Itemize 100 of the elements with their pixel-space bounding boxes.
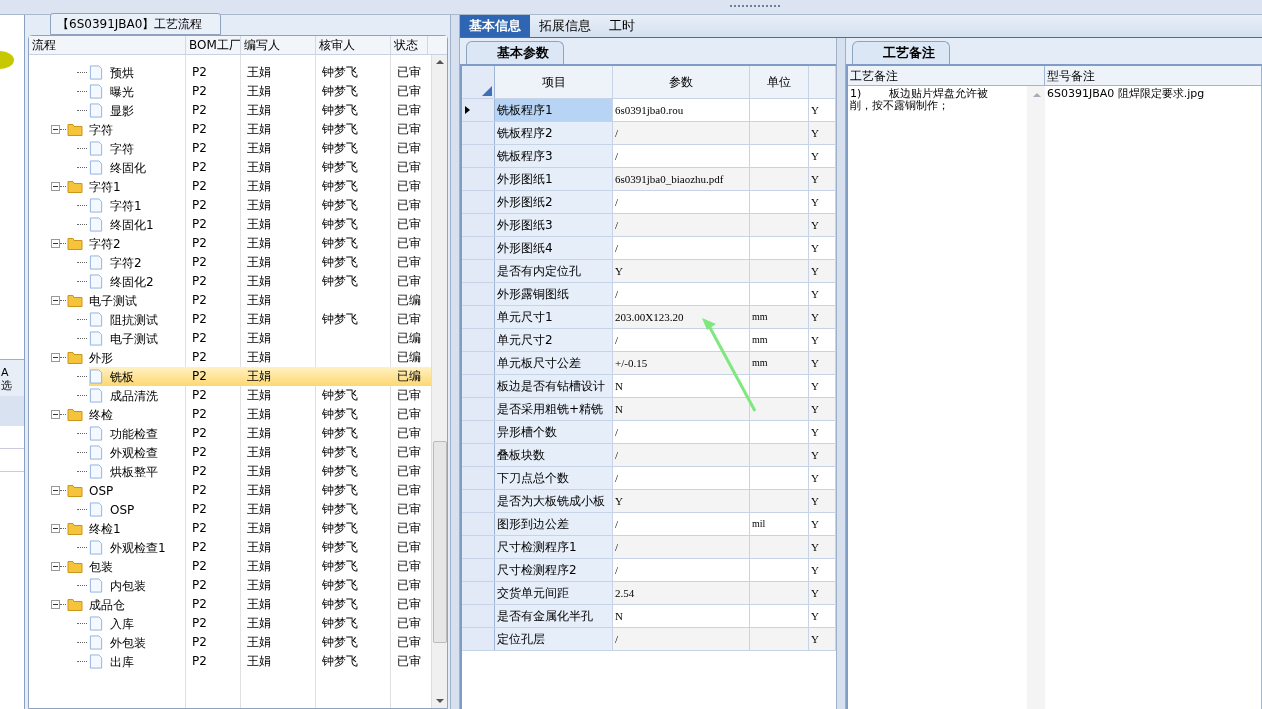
table-row[interactable]: 异形槽个数 / Y	[462, 421, 836, 444]
scroll-up-icon[interactable]	[435, 59, 444, 64]
tree-node[interactable]: 终检1	[86, 519, 124, 538]
table-row[interactable]: 铣板程序2 / Y	[462, 122, 836, 145]
tree-node[interactable]: 字符1	[86, 177, 124, 196]
tree-node[interactable]: 终固化2	[107, 272, 157, 291]
tree-node[interactable]: 终固化	[107, 158, 149, 177]
table-row[interactable]: 铣板程序3 / Y	[462, 145, 836, 168]
collapse-icon[interactable]	[51, 524, 60, 533]
tree-node[interactable]: 内包装	[107, 576, 149, 595]
column-header[interactable]: 编写人	[241, 36, 316, 54]
column-header[interactable]: 参数	[613, 66, 750, 98]
table-row[interactable]: 外形图纸1 6s0391jba0_biaozhu.pdf Y	[462, 168, 836, 191]
table-row[interactable]: 单元尺寸2 / mm Y	[462, 329, 836, 352]
tree-node[interactable]: 外观检查	[107, 443, 161, 462]
tab[interactable]: 基本信息	[460, 15, 530, 37]
tree-node[interactable]: 包装	[86, 557, 116, 576]
table-row[interactable]: 交货单元间距 2.54 Y	[462, 582, 836, 605]
column-header[interactable]: 项目	[495, 66, 613, 98]
table-cell-text: 已审	[396, 444, 422, 461]
tree-node[interactable]: 外观检查1	[107, 538, 169, 557]
collapse-icon[interactable]	[51, 182, 60, 191]
table-row[interactable]: 单元尺寸1 203.00X123.20 mm Y	[462, 306, 836, 329]
collapse-icon[interactable]	[51, 125, 60, 134]
table-row[interactable]: 定位孔层 / Y	[462, 628, 836, 651]
table-cell-text: 王娟	[246, 444, 272, 461]
table-row[interactable]: 尺寸检测程序2 / Y	[462, 559, 836, 582]
splitter-bar[interactable]	[836, 38, 846, 709]
collapse-icon[interactable]	[51, 296, 60, 305]
collapse-icon[interactable]	[51, 600, 60, 609]
table-cell-text: P2	[191, 444, 208, 461]
column-header[interactable]: 单位	[750, 66, 809, 98]
table-cell: +/-0.15	[613, 352, 750, 374]
table-cell-text: 王娟	[246, 368, 272, 385]
tree-node[interactable]: 铣板	[107, 367, 137, 386]
tree-node[interactable]: 成品清洗	[107, 386, 161, 405]
scrollbar[interactable]	[431, 55, 447, 708]
column-header[interactable]: BOM工厂	[186, 36, 241, 54]
tree-node[interactable]: 烘板整平	[107, 462, 161, 481]
table-row[interactable]: 下刀点总个数 / Y	[462, 467, 836, 490]
table-row[interactable]: 是否采用粗铣+精铣 N Y	[462, 398, 836, 421]
table-row[interactable]: 尺寸检测程序1 / Y	[462, 536, 836, 559]
collapse-icon[interactable]	[51, 562, 60, 571]
document-icon	[88, 331, 104, 346]
tree-node[interactable]: 显影	[107, 101, 137, 120]
collapse-icon[interactable]	[51, 410, 60, 419]
table-cell: 交货单元间距	[495, 582, 613, 604]
table-row[interactable]: 是否为大板铣成小板 Y Y	[462, 490, 836, 513]
table-row[interactable]: 外形图纸3 / Y	[462, 214, 836, 237]
table-cell: 外形图纸4	[495, 237, 613, 259]
tree-node[interactable]: 外包装	[107, 633, 149, 652]
tree-node[interactable]: 入库	[107, 614, 137, 633]
column-header[interactable]: 流程	[29, 36, 186, 54]
collapse-icon[interactable]	[51, 353, 60, 362]
scroll-down-icon[interactable]	[435, 699, 444, 704]
collapse-icon[interactable]	[51, 239, 60, 248]
column-header[interactable]: 核审人	[316, 36, 391, 54]
tree-node[interactable]: 字符	[107, 139, 137, 158]
table-row[interactable]: 是否有内定位孔 Y Y	[462, 260, 836, 283]
tree-node[interactable]: 成品仓	[86, 595, 128, 614]
tree-node[interactable]: 功能检查	[107, 424, 161, 443]
tree-node[interactable]: 电子测试	[107, 329, 161, 348]
document-icon	[88, 141, 104, 156]
table-row[interactable]: 是否有金属化半孔 N Y	[462, 605, 836, 628]
tree-node[interactable]: 终检	[86, 405, 116, 424]
tab[interactable]: 工艺备注	[852, 41, 950, 64]
tree-node[interactable]: 预烘	[107, 63, 137, 82]
table-row[interactable]: 单元板尺寸公差 +/-0.15 mm Y	[462, 352, 836, 375]
tree-node[interactable]: OSP	[86, 481, 117, 500]
table-row[interactable]: 叠板块数 / Y	[462, 444, 836, 467]
table-row[interactable]: 外形图纸2 / Y	[462, 191, 836, 214]
table-row[interactable]: 板边是否有钻槽设计 N Y	[462, 375, 836, 398]
collapse-icon[interactable]	[51, 486, 60, 495]
tree-node[interactable]: 字符2	[107, 253, 145, 272]
table-row[interactable]: 铣板程序1 6s0391jba0.rou Y	[462, 99, 836, 122]
tab[interactable]: 工时	[600, 15, 644, 37]
table-row[interactable]: 外形露铜图纸 / Y	[462, 283, 836, 306]
tree-node[interactable]: OSP	[107, 500, 138, 519]
tree-node[interactable]: 终固化1	[107, 215, 157, 234]
selected-row[interactable]: 铣板 P2 王娟 已编	[29, 367, 431, 386]
column-header[interactable]: 状态	[391, 36, 428, 54]
tree-node[interactable]: 曝光	[107, 82, 137, 101]
tree-node[interactable]: 外形	[86, 348, 116, 367]
table-row[interactable]: 图形到边公差 / mil Y	[462, 513, 836, 536]
tree-node[interactable]: 出库	[107, 652, 137, 671]
tree-node[interactable]: 字符2	[86, 234, 124, 253]
table-cell: 单元尺寸1	[495, 306, 613, 328]
tree-node[interactable]: 电子测试	[86, 291, 140, 310]
tree-node[interactable]: 字符	[86, 120, 116, 139]
tab[interactable]: 拓展信息	[530, 15, 600, 37]
table-row[interactable]: 外形图纸4 / Y	[462, 237, 836, 260]
corner-header[interactable]	[462, 66, 495, 98]
scroll-thumb[interactable]	[432, 440, 447, 643]
row-header[interactable]	[462, 99, 495, 121]
column-header[interactable]: 工艺备注	[848, 66, 1045, 86]
tree-node[interactable]: 字符1	[107, 196, 145, 215]
tree-node[interactable]: 阻抗测试	[107, 310, 161, 329]
document-icon	[88, 65, 104, 80]
tab[interactable]: 基本参数	[466, 41, 564, 64]
column-header[interactable]: 型号备注	[1045, 66, 1262, 86]
